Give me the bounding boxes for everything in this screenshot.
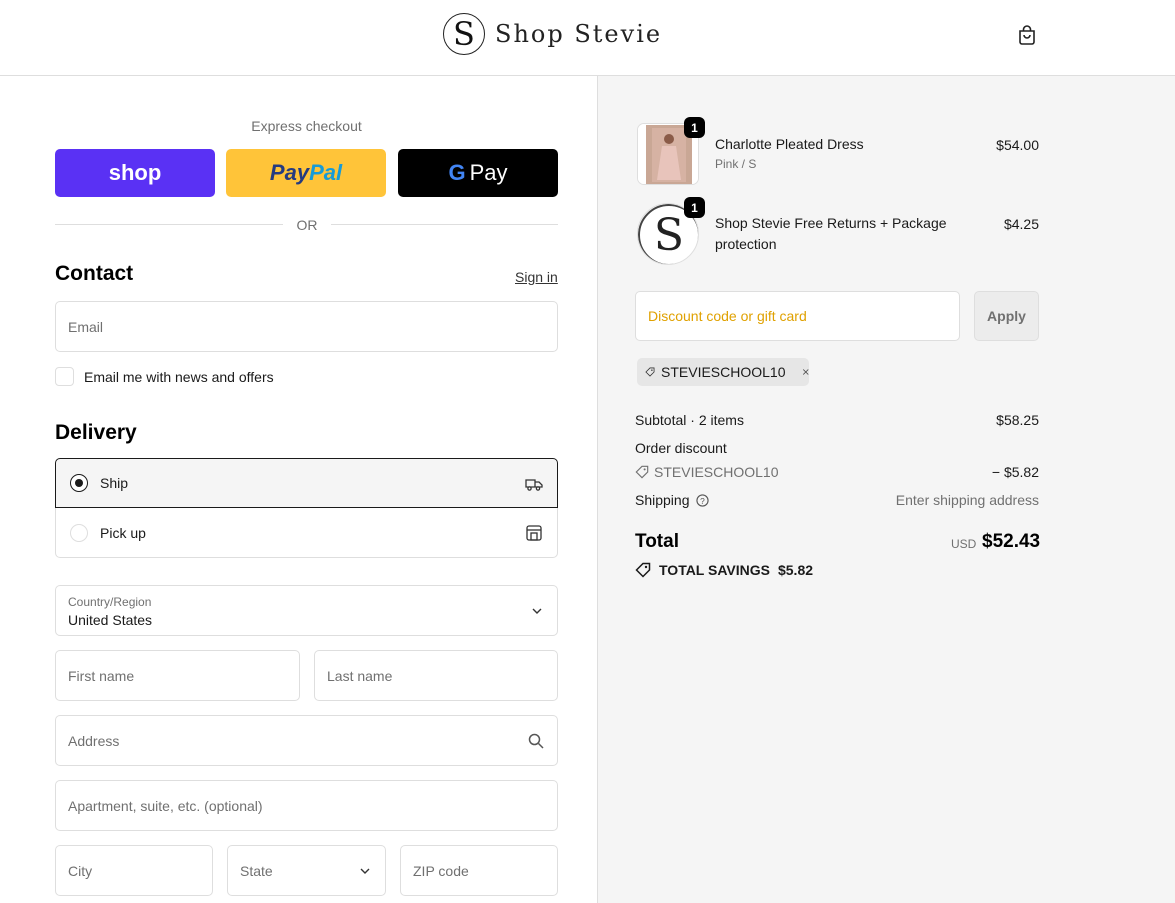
item-quantity-badge: 1 — [684, 197, 705, 218]
discount-code-field[interactable]: Discount code or gift card — [635, 291, 960, 341]
paypal-button[interactable]: Pay Pal — [226, 149, 386, 197]
tag-icon — [635, 562, 651, 578]
item-price: $54.00 — [996, 137, 1039, 153]
subtotal-label: Subtotal · 2 items — [635, 412, 744, 428]
sign-in-link[interactable]: Sign in — [515, 269, 558, 285]
address-field[interactable]: Address — [55, 715, 558, 766]
ship-radio[interactable] — [70, 474, 88, 492]
state-placeholder: State — [240, 862, 273, 879]
total-label: Total — [635, 531, 679, 552]
express-checkout-title: Express checkout — [251, 118, 362, 134]
divider-left — [55, 224, 283, 225]
apartment-field[interactable]: Apartment, suite, etc. (optional) — [55, 780, 558, 831]
pickup-label: Pick up — [100, 524, 146, 541]
city-field[interactable]: City — [55, 845, 213, 896]
total-savings: TOTAL SAVINGS $5.82 — [635, 562, 813, 578]
divider-right — [331, 224, 558, 225]
zip-placeholder: ZIP code — [413, 862, 469, 879]
tag-icon — [635, 465, 649, 479]
ship-label: Ship — [100, 475, 129, 491]
address-placeholder: Address — [68, 732, 120, 749]
delivery-title: Delivery — [55, 421, 137, 444]
first-name-placeholder: First name — [68, 667, 135, 684]
tag-icon — [645, 367, 655, 377]
item-name: Charlotte Pleated Dress — [715, 136, 864, 152]
item-quantity-badge: 1 — [684, 117, 705, 138]
subtotal-value: $58.25 — [996, 412, 1039, 428]
item-name-continued: protection — [715, 236, 777, 252]
city-placeholder: City — [68, 862, 93, 879]
country-label: Country/Region — [68, 595, 152, 609]
email-field[interactable]: Email — [55, 301, 558, 352]
store-name: Shop Stevie — [495, 20, 663, 48]
contact-title: Contact — [55, 262, 134, 285]
shopping-bag-icon[interactable] — [1016, 24, 1038, 46]
item-variant: Pink / S — [715, 157, 757, 171]
truck-icon — [525, 479, 543, 491]
google-g-icon: G — [448, 160, 466, 185]
discount-value: − $5.82 — [991, 464, 1039, 480]
delivery-option-pickup[interactable]: Pick up — [55, 508, 558, 558]
newsletter-label: Email me with news and offers — [84, 369, 274, 385]
email-placeholder: Email — [68, 318, 104, 335]
applied-code: STEVIESCHOOL10 — [661, 364, 786, 380]
checkout-form: Express checkout shop Pay Pal G Pay OR Co… — [0, 76, 597, 903]
total-value: $52.43 — [982, 531, 1041, 552]
discount-code-name: STEVIESCHOOL10 — [654, 464, 779, 480]
header: S Shop Stevie — [0, 0, 1175, 76]
svg-text:?: ? — [700, 495, 705, 505]
help-icon[interactable]: ? — [695, 493, 709, 507]
savings-label: TOTAL SAVINGS — [659, 562, 770, 578]
last-name-field[interactable]: Last name — [314, 650, 558, 701]
country-select[interactable]: Country/Region United States — [55, 585, 558, 636]
shop-pay-label: shop — [108, 160, 162, 185]
apply-discount-button[interactable]: Apply — [974, 291, 1039, 341]
shop-pay-button[interactable]: shop — [55, 149, 215, 197]
currency-code: USD — [951, 537, 977, 551]
paypal-label-a: Pay — [269, 160, 310, 185]
savings-value: $5.82 — [777, 562, 814, 578]
chevron-down-icon — [360, 868, 370, 874]
store-icon — [526, 525, 542, 541]
store-logo[interactable]: S Shop Stevie — [443, 13, 662, 55]
item-price: $4.25 — [1003, 216, 1039, 232]
discount-placeholder: Discount code or gift card — [648, 308, 807, 324]
delivery-option-ship[interactable]: Ship — [55, 458, 558, 508]
country-value: United States — [68, 612, 153, 628]
discount-code-row: STEVIESCHOOL10 — [635, 464, 779, 480]
shipping-label: Shipping — [635, 492, 690, 508]
logo-mark: S — [443, 13, 485, 55]
google-pay-button[interactable]: G Pay — [398, 149, 558, 197]
paypal-label-b: Pal — [309, 160, 343, 185]
close-icon[interactable] — [802, 366, 810, 378]
search-icon — [528, 733, 544, 749]
shipping-value: Enter shipping address — [895, 492, 1039, 508]
newsletter-checkbox[interactable] — [55, 367, 74, 386]
or-divider-label: OR — [296, 217, 318, 233]
applied-discount-chip: STEVIESCHOOL10 — [637, 358, 809, 386]
last-name-placeholder: Last name — [327, 667, 393, 684]
chevron-down-icon — [532, 608, 542, 614]
google-pay-label: Pay — [469, 160, 508, 185]
shipping-row: Shipping ? — [635, 492, 709, 508]
item-name: Shop Stevie Free Returns + Package — [715, 215, 947, 231]
state-select[interactable]: State — [227, 845, 386, 896]
order-discount-label: Order discount — [635, 440, 727, 456]
pickup-radio[interactable] — [70, 523, 88, 542]
first-name-field[interactable]: First name — [55, 650, 300, 701]
zip-field[interactable]: ZIP code — [400, 845, 558, 896]
apartment-placeholder: Apartment, suite, etc. (optional) — [68, 797, 263, 814]
